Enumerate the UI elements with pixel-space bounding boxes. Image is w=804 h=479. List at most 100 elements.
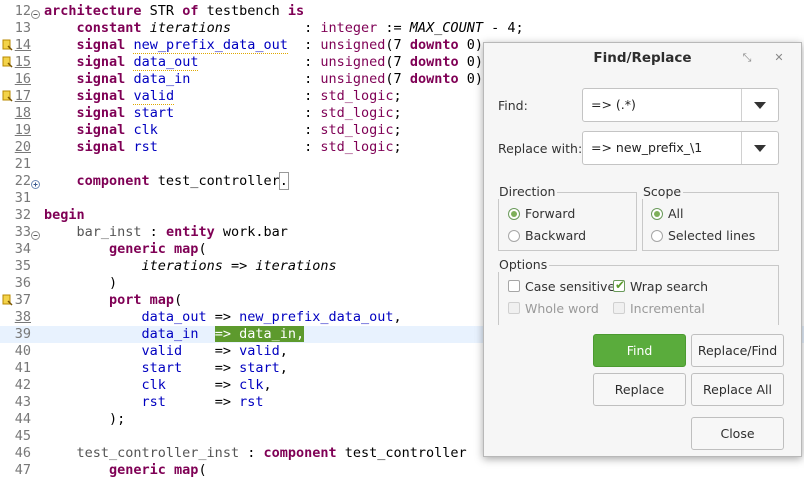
line-number: 33 bbox=[14, 224, 31, 240]
line-number: 47 bbox=[14, 462, 31, 478]
code-text: valid => valid, bbox=[141, 343, 288, 359]
replace-combo[interactable]: => new_prefix_\1 bbox=[582, 131, 779, 165]
selected-lines-radio[interactable] bbox=[651, 230, 663, 242]
line-gutter: 45 bbox=[0, 428, 42, 445]
find-input[interactable]: => (.*) bbox=[591, 97, 636, 112]
replace-all-button[interactable]: Replace All bbox=[691, 373, 784, 406]
line-gutter: 47 bbox=[0, 462, 42, 479]
line-gutter: 18 bbox=[0, 105, 42, 122]
backward-label[interactable]: Backward bbox=[525, 228, 586, 243]
line-gutter: 36 bbox=[0, 275, 42, 292]
code-text: clk => clk, bbox=[141, 377, 272, 393]
chevron-down-icon[interactable] bbox=[754, 102, 766, 109]
line-number: 40 bbox=[14, 343, 31, 359]
line-number: 12 bbox=[14, 3, 31, 19]
line-gutter: 38 bbox=[0, 309, 42, 326]
collapse-fold-icon[interactable] bbox=[31, 228, 40, 240]
line-number: 42 bbox=[14, 377, 31, 393]
line-gutter: 33 bbox=[0, 224, 42, 241]
code-line[interactable]: 12 architecture STR of testbench is bbox=[0, 3, 804, 20]
all-radio[interactable] bbox=[651, 208, 663, 220]
replace-input[interactable]: => new_prefix_\1 bbox=[591, 140, 702, 155]
line-gutter: 14 bbox=[0, 37, 42, 54]
line-gutter: 42 bbox=[0, 377, 42, 394]
code-text: iterations => iterations bbox=[141, 258, 337, 274]
collapse-fold-icon[interactable] bbox=[31, 7, 40, 19]
options-group bbox=[498, 265, 779, 325]
code-line[interactable]: 47 generic map( bbox=[0, 462, 804, 479]
line-gutter: 44 bbox=[0, 411, 42, 428]
line-number: 34 bbox=[14, 241, 31, 257]
line-number: 43 bbox=[14, 394, 31, 410]
case-sensitive-label[interactable]: Case sensitive bbox=[525, 279, 615, 294]
line-gutter: 21 bbox=[0, 156, 42, 173]
line-number: 32 bbox=[14, 207, 31, 223]
line-number: 22 bbox=[14, 173, 31, 189]
line-number: 37 bbox=[14, 292, 31, 308]
line-gutter: 32 bbox=[0, 207, 42, 224]
checkmark-icon: ✔ bbox=[615, 278, 626, 292]
incremental-label: Incremental bbox=[630, 301, 705, 316]
code-text: port map( bbox=[109, 292, 183, 308]
line-number: 19 bbox=[14, 122, 31, 138]
code-text: generic map( bbox=[109, 462, 207, 478]
backward-radio[interactable] bbox=[508, 230, 520, 242]
find-replace-dialog: Find/Replace ⤡ ✕ Find: => (.*) Replace w… bbox=[483, 42, 802, 457]
replace-label: Replace with: bbox=[498, 141, 583, 156]
replace-find-button[interactable]: Replace/Find bbox=[691, 334, 784, 367]
line-number: 17 bbox=[14, 88, 31, 104]
line-gutter: 46 bbox=[0, 445, 42, 462]
line-number: 20 bbox=[14, 139, 31, 155]
close-button[interactable]: Close bbox=[691, 417, 784, 450]
code-text: ) bbox=[44, 275, 118, 291]
line-number: 39 bbox=[14, 326, 31, 342]
line-number: 38 bbox=[14, 309, 31, 325]
options-label: Options bbox=[497, 257, 550, 272]
line-gutter: 20 bbox=[0, 139, 42, 156]
line-gutter: 39 bbox=[0, 326, 42, 343]
code-text: ); bbox=[44, 411, 126, 427]
line-number: 45 bbox=[14, 428, 31, 444]
line-gutter: 16 bbox=[0, 71, 42, 88]
find-combo[interactable]: => (.*) bbox=[582, 88, 779, 122]
incremental-checkbox bbox=[613, 302, 625, 314]
line-number: 14 bbox=[14, 37, 31, 53]
code-text: begin bbox=[44, 207, 85, 223]
wrap-search-label[interactable]: Wrap search bbox=[630, 279, 708, 294]
line-gutter: 35 bbox=[0, 258, 42, 275]
line-number: 15 bbox=[14, 54, 31, 70]
line-number: 36 bbox=[14, 275, 31, 291]
case-sensitive-checkbox[interactable] bbox=[508, 280, 520, 292]
line-number: 46 bbox=[14, 445, 31, 461]
code-text: data_out => new_prefix_data_out, bbox=[141, 309, 402, 325]
line-number: 41 bbox=[14, 360, 31, 376]
wrap-search-checkbox[interactable]: ✔ bbox=[613, 278, 626, 292]
line-number: 31 bbox=[14, 190, 31, 206]
restore-icon[interactable]: ⤡ bbox=[740, 51, 754, 65]
whole-word-label: Whole word bbox=[525, 301, 599, 316]
expand-fold-icon[interactable] bbox=[31, 177, 40, 189]
line-gutter: 12 bbox=[0, 3, 42, 20]
code-text: signal rst : std_logic; bbox=[76, 139, 402, 155]
all-label[interactable]: All bbox=[668, 206, 684, 221]
forward-radio[interactable] bbox=[508, 208, 520, 220]
scope-label: Scope bbox=[641, 184, 684, 199]
line-gutter: 19 bbox=[0, 122, 42, 139]
replace-button[interactable]: Replace bbox=[593, 373, 686, 406]
find-button[interactable]: Find bbox=[593, 334, 686, 367]
chevron-down-icon[interactable] bbox=[754, 145, 766, 152]
selected-lines-label[interactable]: Selected lines bbox=[668, 228, 755, 243]
code-text: rst => rst bbox=[141, 394, 264, 410]
line-gutter: 41 bbox=[0, 360, 42, 377]
close-icon[interactable]: ✕ bbox=[772, 51, 786, 65]
line-number: 18 bbox=[14, 105, 31, 121]
code-line[interactable]: 13 constant iterations : integer := MAX_… bbox=[0, 20, 804, 37]
code-text: signal clk : std_logic; bbox=[76, 122, 402, 138]
line-gutter: 31 bbox=[0, 190, 42, 207]
find-label: Find: bbox=[498, 98, 528, 113]
code-text: component test_controller. bbox=[76, 172, 289, 190]
line-gutter: 15 bbox=[0, 54, 42, 71]
forward-label[interactable]: Forward bbox=[525, 206, 575, 221]
line-gutter: 22 bbox=[0, 173, 42, 190]
code-text: test_controller_inst : component test_co… bbox=[76, 445, 467, 461]
